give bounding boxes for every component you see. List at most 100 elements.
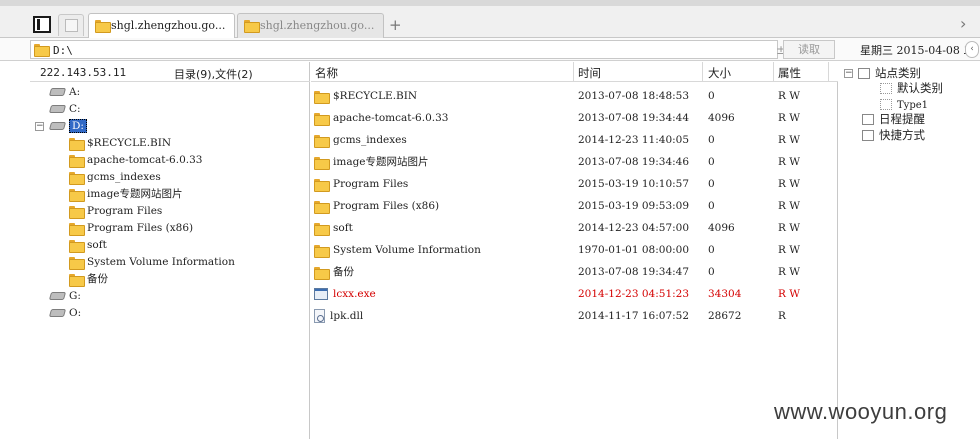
- file-name: 备份: [333, 266, 354, 278]
- size-cell: 0: [708, 156, 715, 168]
- table-row[interactable]: Program Files 2015-03-19 10:10:57 0 R W: [311, 174, 838, 194]
- folder-icon: [69, 222, 85, 236]
- dir-summary: 目录(9),文件(2): [174, 68, 253, 81]
- attr-cell: R W: [778, 90, 801, 102]
- collapse-icon[interactable]: −: [844, 69, 853, 78]
- tree-folder[interactable]: gcms_indexes: [69, 169, 161, 185]
- folder-icon: [69, 273, 85, 287]
- folder-icon: [244, 20, 260, 33]
- type1-label: Type1: [897, 100, 929, 111]
- table-row[interactable]: apache-tomcat-6.0.33 2013-07-08 19:34:44 4…: [311, 108, 838, 128]
- table-row[interactable]: image专题网站图片 2013-07-08 19:34:46 0 R W: [311, 152, 838, 172]
- time-cell: 2014-12-23 04:51:23: [578, 288, 690, 300]
- name-cell: $RECYCLE.BIN: [314, 86, 417, 106]
- column-header-name[interactable]: 名称: [315, 65, 338, 80]
- size-cell: 0: [708, 90, 715, 102]
- item-icon: [880, 99, 892, 110]
- tab-inactive[interactable]: shgl.zhengzhou.go...: [237, 13, 384, 38]
- folder-icon: [69, 256, 85, 270]
- table-row[interactable]: gcms_indexes 2014-12-23 11:40:05 0 R W: [311, 130, 838, 150]
- schedule-node[interactable]: 日程提醒: [862, 112, 925, 127]
- column-divider[interactable]: [573, 62, 574, 82]
- table-row[interactable]: Program Files (x86) 2015-03-19 09:53:09 0 R…: [311, 196, 838, 216]
- folder-icon: [69, 137, 85, 151]
- column-divider[interactable]: [828, 62, 829, 82]
- drive-label: C:: [69, 103, 81, 115]
- tree-folder[interactable]: image专题网站图片: [69, 186, 183, 202]
- name-cell: gcms_indexes: [314, 130, 407, 150]
- read-button[interactable]: 读取: [783, 40, 835, 59]
- shortcuts-node[interactable]: 快捷方式: [862, 128, 925, 143]
- address-input[interactable]: D:\ ± ∨: [30, 40, 800, 59]
- tree-drive-g[interactable]: G:: [48, 288, 81, 304]
- folder-icon: [34, 44, 50, 57]
- folder-icon: [314, 244, 330, 258]
- file-name: apache-tomcat-6.0.33: [333, 112, 449, 124]
- new-tab-icon[interactable]: +: [389, 16, 402, 34]
- folder-icon: [314, 112, 330, 126]
- attr-cell: R: [778, 310, 786, 322]
- attr-cell: R W: [778, 178, 801, 190]
- time-cell: 2015-03-19 10:10:57: [578, 178, 690, 190]
- table-row[interactable]: $RECYCLE.BIN 2013-07-08 18:48:53 0 R W: [311, 86, 838, 106]
- tree-folder[interactable]: apache-tomcat-6.0.33: [69, 152, 202, 168]
- default-category-node[interactable]: 默认类别: [880, 81, 943, 96]
- chevron-right-icon[interactable]: ›: [960, 14, 966, 33]
- file-name: Program Files (x86): [333, 200, 440, 212]
- tree-drive-d[interactable]: D:: [48, 118, 87, 134]
- column-divider[interactable]: [773, 62, 774, 82]
- name-cell: lcxx.exe: [314, 284, 376, 304]
- folder-icon: [69, 205, 85, 219]
- chevron-left-icon[interactable]: ‹: [965, 41, 979, 58]
- table-row[interactable]: 备份 2013-07-08 19:34:47 0 R W: [311, 262, 838, 282]
- time-cell: 2013-07-08 19:34:47: [578, 266, 690, 278]
- tree-drive-a[interactable]: A:: [48, 84, 80, 100]
- server-ip: 222.143.53.11: [40, 66, 127, 79]
- item-icon: [880, 83, 892, 94]
- table-row[interactable]: lpk.dll 2014-11-17 16:07:52 28672 R: [311, 306, 838, 326]
- column-divider[interactable]: [702, 62, 703, 82]
- time-cell: 2015-03-19 09:53:09: [578, 200, 690, 212]
- tab-label: shgl.zhengzhou.go...: [111, 19, 226, 32]
- column-header-attr[interactable]: 属性: [778, 65, 801, 80]
- name-cell: apache-tomcat-6.0.33: [314, 108, 448, 128]
- time-cell: 2013-07-08 18:48:53: [578, 90, 690, 102]
- folder-icon: [314, 156, 330, 170]
- table-row[interactable]: soft 2014-12-23 04:57:00 4096 R W: [311, 218, 838, 238]
- column-header-size[interactable]: 大小: [708, 65, 731, 80]
- table-row[interactable]: lcxx.exe 2014-12-23 04:51:23 34304 R W: [311, 284, 838, 304]
- tab-active[interactable]: shgl.zhengzhou.go...: [88, 13, 235, 39]
- title-strip: [0, 0, 980, 6]
- column-header-time[interactable]: 时间: [578, 65, 601, 80]
- tree-folder[interactable]: $RECYCLE.BIN: [69, 135, 171, 151]
- time-cell: 2014-12-23 04:57:00: [578, 222, 690, 234]
- site-category-node[interactable]: − 站点类别: [844, 66, 921, 81]
- tree-folder[interactable]: System Volume Information: [69, 254, 235, 270]
- drive-label: O:: [69, 307, 82, 319]
- drive-icon: [48, 122, 67, 130]
- pinned-tab[interactable]: [58, 14, 84, 36]
- default-category-label: 默认类别: [897, 81, 943, 95]
- type1-node[interactable]: Type1: [880, 97, 928, 113]
- tree-drive-c[interactable]: C:: [48, 101, 81, 117]
- attr-cell: R W: [778, 156, 801, 168]
- tree-folder[interactable]: Program Files: [69, 203, 162, 219]
- size-cell: 0: [708, 178, 715, 190]
- panel-toggle-icon[interactable]: [33, 16, 51, 33]
- tree-folder[interactable]: soft: [69, 237, 107, 253]
- size-cell: 0: [708, 200, 715, 212]
- watermark: www.wooyun.org: [774, 399, 948, 424]
- name-cell: Program Files: [314, 174, 408, 194]
- tree-drive-o[interactable]: O:: [48, 305, 82, 321]
- tree-folder[interactable]: 备份: [69, 271, 108, 287]
- site-category-label: 站点类别: [875, 66, 921, 80]
- table-row[interactable]: System Volume Information 1970-01-01 08:0…: [311, 240, 838, 260]
- file-name: gcms_indexes: [333, 134, 407, 146]
- address-bar-row: D:\ ± ∨ 读取 星期三 2015-04-08 二 ‹: [0, 38, 980, 61]
- tree-folder[interactable]: Program Files (x86): [69, 220, 193, 236]
- size-cell: 4096: [708, 222, 735, 234]
- size-cell: 4096: [708, 112, 735, 124]
- collapse-icon[interactable]: −: [35, 122, 44, 131]
- category-icon: [858, 68, 870, 79]
- right-sidebar: − 站点类别 默认类别 Type1 日程提醒 快捷方式: [839, 62, 980, 439]
